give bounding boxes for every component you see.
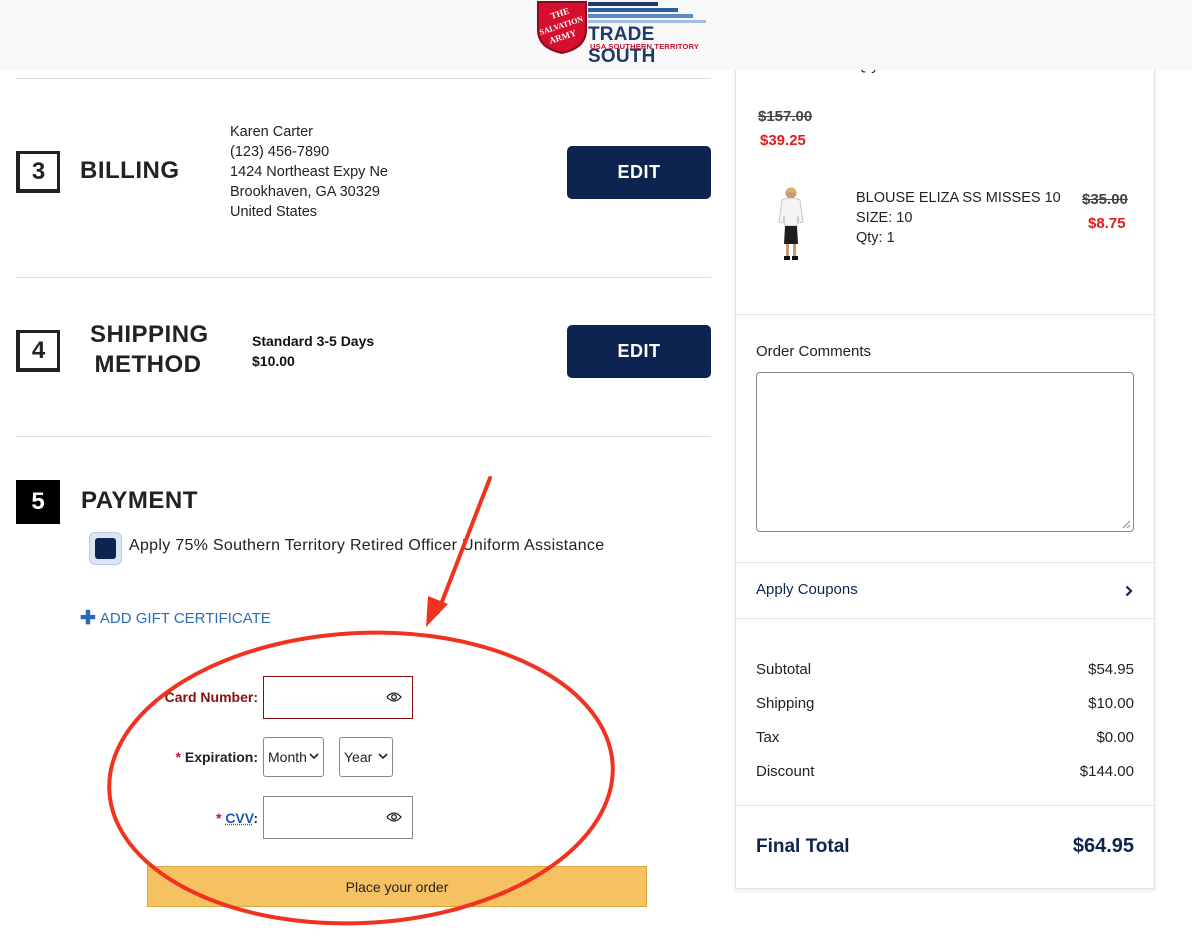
edit-shipping-button[interactable]: EDIT: [567, 325, 711, 378]
gift-certificate-label: ADD GIFT CERTIFICATE: [99, 610, 271, 627]
item2-name: BLOUSE ELIZA SS MISSES 10: [856, 190, 1061, 206]
required-marker: *: [175, 749, 181, 765]
billing-city: Brookhaven, GA 30329: [230, 184, 380, 200]
billing-title: BILLING: [80, 157, 180, 184]
cvv-input[interactable]: [263, 796, 413, 839]
item1-original-price: $157.00: [758, 108, 813, 125]
expiration-month-select[interactable]: Month: [263, 737, 324, 777]
cvv-help-link[interactable]: CVV: [225, 810, 253, 826]
apply-coupons-link[interactable]: Apply Coupons: [756, 581, 858, 598]
card-number-input[interactable]: [263, 676, 413, 719]
payment-title: PAYMENT: [81, 487, 198, 514]
eye-icon[interactable]: [386, 811, 402, 823]
item2-qty: Qty: 1: [856, 230, 895, 246]
logo-subtitle: USA SOUTHERN TERRITORY: [590, 42, 700, 51]
assistance-checkbox[interactable]: [89, 532, 122, 565]
order-comments-textarea[interactable]: [756, 372, 1134, 532]
final-total-value: $64.95: [1072, 835, 1134, 857]
cvv-colon: :: [253, 810, 258, 826]
discount-label: Discount: [756, 763, 815, 780]
card-number-label: Card Number:: [164, 689, 258, 705]
billing-name: Karen Carter: [230, 124, 314, 140]
summary-divider: [735, 618, 1155, 619]
item2-size: SIZE: 10: [856, 210, 913, 226]
section-divider: [16, 78, 711, 79]
site-header: THE SALVATION ARMY TRADE SOUTH USA SOUTH…: [0, 0, 1192, 70]
section-divider: [16, 277, 711, 278]
expiration-year-select[interactable]: Year: [339, 737, 393, 777]
step-number-shipping: 4: [16, 330, 60, 372]
shipping-label: Shipping: [756, 695, 815, 712]
assistance-label[interactable]: Apply 75% Southern Territory Retired Off…: [129, 537, 604, 555]
final-total-label: Final Total: [756, 836, 850, 857]
chevron-down-icon: [309, 753, 319, 760]
edit-billing-button[interactable]: EDIT: [567, 146, 711, 199]
eye-icon[interactable]: [386, 691, 402, 703]
step-number-billing: 3: [16, 151, 60, 193]
shipping-method-name: Standard 3-5 Days: [252, 333, 375, 349]
billing-country: United States: [230, 204, 318, 220]
logo-stripes-graphic: [588, 2, 706, 23]
discount-value: $144.00: [1079, 763, 1134, 780]
summary-divider: [735, 805, 1155, 806]
billing-street: 1424 Northeast Expy Ne: [230, 164, 388, 180]
place-order-button[interactable]: Place your order: [147, 866, 647, 907]
shipping-value: $10.00: [1088, 695, 1134, 712]
subtotal-label: Subtotal: [756, 661, 812, 678]
chevron-right-icon[interactable]: [1125, 585, 1133, 597]
item2-product-image[interactable]: [774, 186, 808, 262]
billing-phone: (123) 456-7890: [230, 144, 330, 160]
shipping-method-price: $10.00: [252, 353, 295, 369]
checkbox-checked-indicator: [95, 538, 116, 559]
required-marker: *: [215, 810, 222, 826]
resize-handle-icon[interactable]: [1122, 520, 1131, 529]
subtotal-value: $54.95: [1088, 661, 1134, 678]
shipping-title-line1: SHIPPING: [90, 321, 209, 348]
step-number-payment: 5: [16, 480, 60, 524]
chevron-down-icon: [378, 753, 388, 760]
tax-value: $0.00: [1096, 729, 1134, 746]
plus-icon: ✚: [80, 608, 96, 629]
shipping-title-line2: METHOD: [94, 351, 202, 378]
summary-divider: [735, 562, 1155, 563]
site-logo[interactable]: THE SALVATION ARMY TRADE SOUTH USA SOUTH…: [536, 0, 708, 67]
month-select-value: Month: [268, 749, 307, 765]
year-select-value: Year: [344, 749, 373, 765]
summary-divider: [735, 314, 1155, 315]
order-comments-label: Order Comments: [756, 343, 872, 360]
salvation-army-shield-icon: THE SALVATION ARMY: [537, 1, 587, 54]
expiration-label-wrap: * Expiration:: [98, 749, 258, 765]
item2-original-price: $35.00: [1082, 191, 1128, 208]
item1-sale-price: $39.25: [760, 132, 806, 149]
tax-label: Tax: [756, 729, 780, 746]
cvv-label-wrap: * CVV:: [98, 810, 258, 826]
add-gift-certificate-link[interactable]: ✚ ADD GIFT CERTIFICATE: [80, 607, 271, 630]
expiration-label: Expiration:: [184, 749, 258, 765]
item2-sale-price: $8.75: [1088, 215, 1126, 232]
section-divider: [16, 436, 711, 437]
